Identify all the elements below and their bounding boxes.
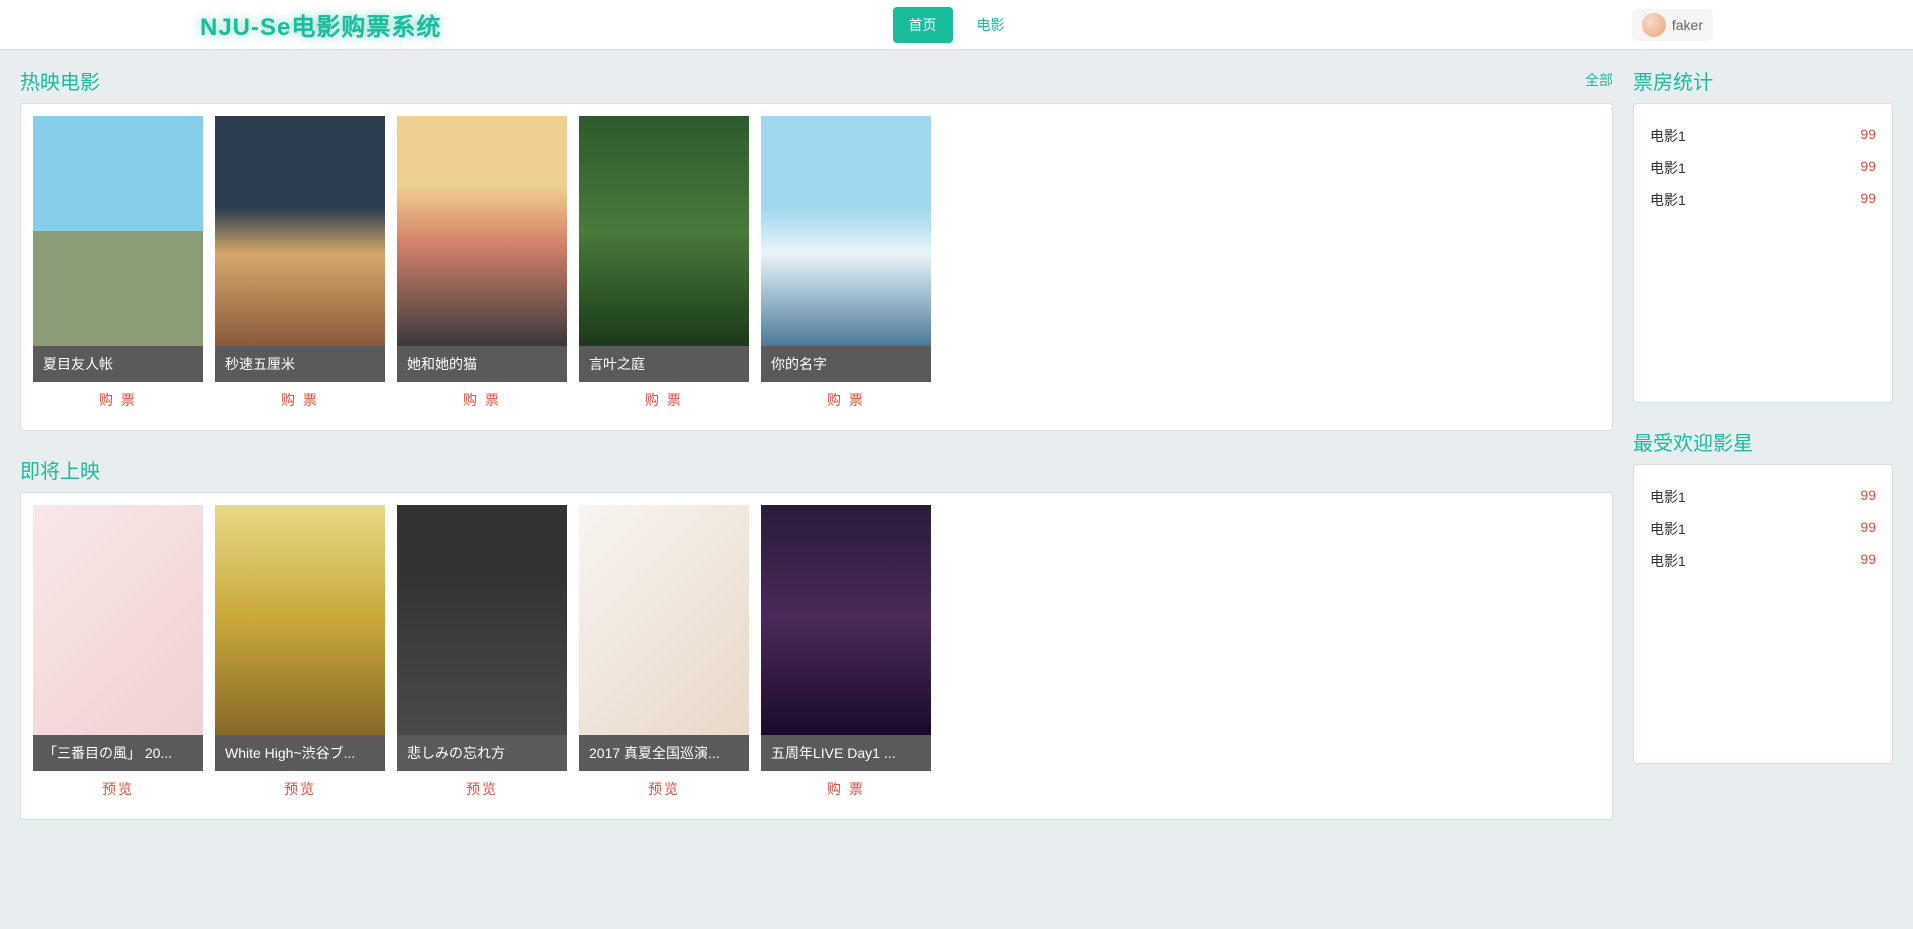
buy-ticket-link[interactable]: 购 票: [281, 392, 319, 408]
movie-poster[interactable]: [579, 116, 749, 346]
movie-action: 购 票: [33, 382, 203, 418]
movie-card[interactable]: 五周年LIVE Day1 ... 购 票: [761, 505, 931, 807]
movie-title: 她和她的猫: [397, 346, 567, 382]
movie-action: 购 票: [215, 382, 385, 418]
movie-title: 2017 真夏全国巡演...: [579, 735, 749, 771]
box-office-row: 电影1 99: [1650, 152, 1876, 184]
popular-stars-panel: 电影1 99 电影1 99 电影1 99: [1633, 464, 1893, 764]
avatar: [1642, 13, 1666, 37]
movie-poster[interactable]: [579, 505, 749, 735]
preview-link[interactable]: 预览: [102, 781, 134, 797]
brand-logo[interactable]: NJU-Se电影购票系统: [200, 14, 441, 41]
box-office-title: 票房统计: [1633, 66, 1893, 95]
movie-name: 电影1: [1650, 126, 1686, 146]
movie-name: 电影1: [1650, 190, 1686, 210]
movie-title: 言叶之庭: [579, 346, 749, 382]
movie-card[interactable]: 2017 真夏全国巡演... 预览: [579, 505, 749, 807]
movie-card[interactable]: 悲しみの忘れ方 预览: [397, 505, 567, 807]
now-showing-title-text: 热映电影: [20, 72, 100, 94]
nav-links: 首页 电影: [889, 7, 1025, 43]
movie-action: 预览: [579, 771, 749, 807]
box-office-row: 电影1 99: [1650, 120, 1876, 152]
nav-home[interactable]: 首页: [893, 7, 953, 43]
star-value: 99: [1860, 551, 1876, 571]
movie-card[interactable]: 言叶之庭 购 票: [579, 116, 749, 418]
username: faker: [1672, 17, 1703, 33]
popular-star-row: 电影1 99: [1650, 481, 1876, 513]
main-container: 热映电影 全部 夏目友人帐 购 票 秒速五厘米 购 票 她和她的猫 购 票 言叶…: [0, 50, 1913, 860]
movie-poster[interactable]: [33, 505, 203, 735]
movie-poster[interactable]: [761, 505, 931, 735]
movie-poster[interactable]: [761, 116, 931, 346]
movie-card[interactable]: White High~渋谷ブ... 预览: [215, 505, 385, 807]
brand-wrap: NJU-Se电影购票系统: [200, 7, 441, 42]
movie-title: 秒速五厘米: [215, 346, 385, 382]
movie-poster[interactable]: [215, 505, 385, 735]
buy-ticket-link[interactable]: 购 票: [463, 392, 501, 408]
movie-action: 购 票: [579, 382, 749, 418]
movie-action: 购 票: [397, 382, 567, 418]
movie-value: 99: [1860, 158, 1876, 178]
movie-value: 99: [1860, 190, 1876, 210]
now-showing-title: 热映电影 全部: [20, 66, 1613, 95]
buy-ticket-link[interactable]: 购 票: [827, 392, 865, 408]
movie-value: 99: [1860, 126, 1876, 146]
movie-poster[interactable]: [33, 116, 203, 346]
movie-title: White High~渋谷ブ...: [215, 735, 385, 771]
star-value: 99: [1860, 487, 1876, 507]
main-column: 热映电影 全部 夏目友人帐 购 票 秒速五厘米 购 票 她和她的猫 购 票 言叶…: [20, 66, 1613, 844]
buy-ticket-link[interactable]: 购 票: [645, 392, 683, 408]
coming-soon-panel: 「三番目の風」 20... 预览 White High~渋谷ブ... 预览 悲し…: [20, 492, 1613, 820]
star-value: 99: [1860, 519, 1876, 539]
nav-movie[interactable]: 电影: [961, 7, 1021, 43]
user-menu[interactable]: faker: [1632, 9, 1713, 41]
coming-soon-title-text: 即将上映: [20, 461, 100, 483]
movie-card[interactable]: 她和她的猫 购 票: [397, 116, 567, 418]
movie-card[interactable]: 你的名字 购 票: [761, 116, 931, 418]
now-showing-panel: 夏目友人帐 购 票 秒速五厘米 购 票 她和她的猫 购 票 言叶之庭 购 票 你…: [20, 103, 1613, 431]
movie-title: 夏目友人帐: [33, 346, 203, 382]
movie-poster[interactable]: [397, 116, 567, 346]
buy-ticket-link[interactable]: 购 票: [99, 392, 137, 408]
popular-star-row: 电影1 99: [1650, 513, 1876, 545]
coming-soon-title: 即将上映: [20, 455, 1613, 484]
movie-action: 预览: [397, 771, 567, 807]
movie-title: 「三番目の風」 20...: [33, 735, 203, 771]
popular-stars-title: 最受欢迎影星: [1633, 427, 1893, 456]
movie-title: 你的名字: [761, 346, 931, 382]
buy-ticket-link[interactable]: 购 票: [827, 781, 865, 797]
box-office-panel: 电影1 99 电影1 99 电影1 99: [1633, 103, 1893, 403]
movie-card[interactable]: 「三番目の風」 20... 预览: [33, 505, 203, 807]
movie-card[interactable]: 秒速五厘米 购 票: [215, 116, 385, 418]
movie-poster[interactable]: [215, 116, 385, 346]
movie-action: 预览: [215, 771, 385, 807]
movie-title: 五周年LIVE Day1 ...: [761, 735, 931, 771]
preview-link[interactable]: 预览: [466, 781, 498, 797]
movie-action: 预览: [33, 771, 203, 807]
popular-star-row: 电影1 99: [1650, 545, 1876, 577]
preview-link[interactable]: 预览: [648, 781, 680, 797]
box-office-row: 电影1 99: [1650, 184, 1876, 216]
preview-link[interactable]: 预览: [284, 781, 316, 797]
sidebar: 票房统计 电影1 99 电影1 99 电影1 99 最受欢迎影星 电影1 99 …: [1633, 66, 1893, 844]
movie-card[interactable]: 夏目友人帐 购 票: [33, 116, 203, 418]
movie-action: 购 票: [761, 382, 931, 418]
movie-title: 悲しみの忘れ方: [397, 735, 567, 771]
movie-poster[interactable]: [397, 505, 567, 735]
movie-name: 电影1: [1650, 158, 1686, 178]
star-name: 电影1: [1650, 519, 1686, 539]
movie-action: 购 票: [761, 771, 931, 807]
navbar: NJU-Se电影购票系统 首页 电影 faker: [0, 0, 1913, 50]
star-name: 电影1: [1650, 551, 1686, 571]
now-showing-all-link[interactable]: 全部: [1585, 70, 1613, 90]
star-name: 电影1: [1650, 487, 1686, 507]
